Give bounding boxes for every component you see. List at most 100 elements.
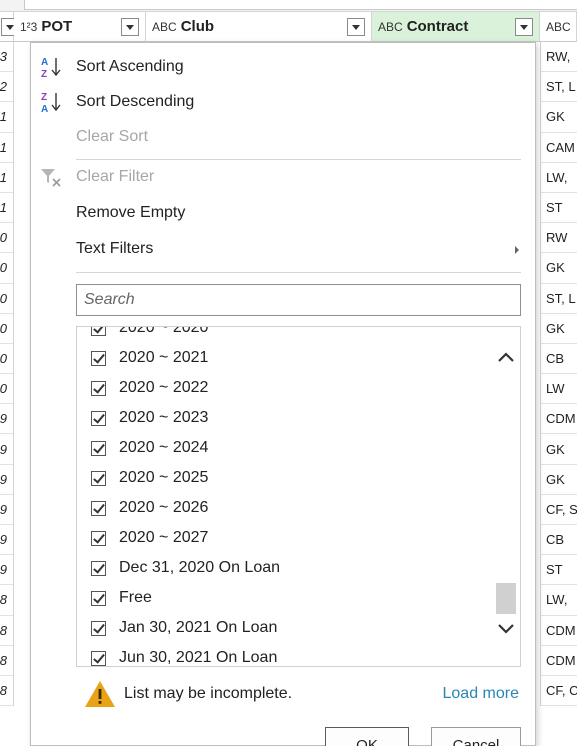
table-cell[interactable]: 9	[0, 555, 13, 586]
table-cell[interactable]: LW,	[541, 163, 577, 193]
table-cell[interactable]: CB	[541, 525, 577, 556]
table-cell[interactable]: ST	[541, 555, 577, 586]
filter-list-item[interactable]: 2020 ~ 2022	[91, 373, 208, 403]
checkbox[interactable]	[91, 500, 106, 516]
ok-button[interactable]: OK	[325, 727, 409, 746]
text-type-icon[interactable]: ABC	[378, 20, 403, 34]
scroll-up-icon[interactable]	[495, 347, 517, 369]
table-cell[interactable]: 1	[0, 133, 13, 163]
table-cell[interactable]: CB	[541, 344, 577, 375]
table-cell[interactable]: CDM	[541, 646, 577, 676]
table-cell[interactable]: RW,	[541, 42, 577, 73]
scrollbar-thumb[interactable]	[496, 583, 516, 614]
table-cell[interactable]: ST	[541, 193, 577, 224]
table-cell[interactable]: GK	[541, 102, 577, 133]
checkbox[interactable]	[91, 590, 106, 606]
table-cell[interactable]: 0	[0, 314, 13, 344]
column-header-club[interactable]: ABC Club	[146, 12, 372, 42]
filter-dropdown-club[interactable]	[347, 18, 365, 36]
clear-sort-item[interactable]: Clear Sort	[31, 120, 535, 154]
filter-list-item[interactable]: 2020 ~ 2023	[91, 403, 208, 433]
filter-list-item[interactable]: 2020 ~ 2027	[91, 523, 208, 553]
column-header-contract[interactable]: ABC Contract	[372, 12, 540, 42]
filter-list-item[interactable]: Jun 30, 2021 On Loan	[91, 643, 277, 666]
filter-value-list[interactable]: Jun 30, 2021 On Loan Jan 30, 2021 On Loan…	[76, 326, 521, 667]
checkbox[interactable]	[91, 650, 106, 666]
table-cell[interactable]: CF, C	[541, 676, 577, 707]
filter-list-item[interactable]: Jan 30, 2021 On Loan	[91, 613, 277, 643]
column-header-left-partial[interactable]	[0, 12, 19, 42]
table-cell[interactable]: ST, L	[541, 72, 577, 103]
table-cell[interactable]: 1	[0, 163, 13, 193]
table-cell[interactable]: 0	[0, 344, 13, 375]
checkbox[interactable]	[91, 530, 106, 546]
clear-filter-item[interactable]: Clear Filter	[31, 160, 535, 194]
table-cell[interactable]: GK	[541, 465, 577, 495]
checkbox[interactable]	[91, 620, 106, 636]
table-cell[interactable]: GK	[541, 314, 577, 344]
scroll-down-icon[interactable]	[495, 617, 517, 639]
table-cell[interactable]: 8	[0, 616, 13, 646]
table-cell[interactable]: GK	[541, 434, 577, 465]
table-cell[interactable]: 0	[0, 374, 13, 405]
checkbox[interactable]	[91, 470, 106, 486]
checkbox[interactable]	[91, 350, 106, 366]
table-cell[interactable]: 0	[0, 284, 13, 314]
filter-list-item[interactable]: 2020 ~ 2024	[91, 433, 208, 463]
table-cell[interactable]: 2	[0, 72, 13, 103]
table-cell[interactable]: 9	[0, 404, 13, 435]
table-cell[interactable]: 9	[0, 495, 13, 525]
table-cell[interactable]: 3	[0, 42, 13, 73]
remove-empty-item[interactable]: Remove Empty	[31, 196, 535, 230]
filter-dropdown-contract[interactable]	[515, 18, 533, 36]
table-cell[interactable]: CDM	[541, 616, 577, 646]
table-cell[interactable]: LW,	[541, 585, 577, 616]
filter-list-item[interactable]: 2020 ~ 2020	[91, 327, 208, 343]
filter-list-item[interactable]: 2020 ~ 2026	[91, 493, 208, 523]
checkbox[interactable]	[91, 410, 106, 426]
table-cell[interactable]: 8	[0, 676, 13, 707]
filter-list-item[interactable]: Free	[91, 583, 152, 613]
table-cell[interactable]: LW	[541, 374, 577, 405]
table-cell[interactable]: 0	[0, 223, 13, 254]
filter-dropdown-pot[interactable]	[121, 18, 139, 36]
table-cell[interactable]: 0	[0, 253, 13, 284]
column-header-next[interactable]: ABC	[540, 12, 577, 42]
table-cell[interactable]: ST, L	[541, 284, 577, 314]
sort-ascending-item[interactable]: A Z Sort Ascending	[31, 50, 535, 84]
column-name-contract: Contract	[406, 18, 469, 35]
text-type-icon[interactable]: ABC	[546, 20, 571, 34]
table-cell[interactable]: 8	[0, 585, 13, 616]
table-cell[interactable]: 9	[0, 465, 13, 495]
text-filters-item[interactable]: Text Filters	[31, 232, 535, 266]
filter-item-label: 2020 ~ 2027	[119, 529, 209, 546]
table-cell[interactable]: RW	[541, 223, 577, 254]
checkbox[interactable]	[91, 440, 106, 456]
table-cell[interactable]: 9	[0, 434, 13, 465]
search-input[interactable]: Search	[76, 284, 521, 316]
checkbox[interactable]	[91, 327, 106, 336]
number-type-icon[interactable]: 1²3	[20, 20, 37, 34]
checkbox[interactable]	[91, 560, 106, 576]
table-cell[interactable]: CDM	[541, 404, 577, 435]
table-cell[interactable]: 9	[0, 525, 13, 556]
filter-list-item[interactable]: 2020 ~ 2021	[91, 343, 208, 373]
load-more-link[interactable]: Load more	[443, 685, 520, 703]
checkbox[interactable]	[91, 380, 106, 396]
table-cell[interactable]: GK	[541, 253, 577, 284]
table-cell[interactable]: 8	[0, 646, 13, 676]
table-cell[interactable]: 1	[0, 102, 13, 133]
filter-item-label: 2020 ~ 2023	[119, 409, 209, 426]
filter-list-item[interactable]: Dec 31, 2020 On Loan	[91, 553, 280, 583]
left-column-values: 3211110000009999998888	[0, 42, 14, 707]
column-header-pot[interactable]: 1²3 POT	[14, 12, 146, 42]
sort-descending-item[interactable]: Z A Sort Descending	[31, 85, 535, 119]
text-type-icon[interactable]: ABC	[152, 20, 177, 34]
cancel-button[interactable]: Cancel	[431, 727, 521, 746]
table-cell[interactable]: CF, S	[541, 495, 577, 525]
table-cell[interactable]: CAM	[541, 133, 577, 163]
filter-list-item[interactable]: 2020 ~ 2025	[91, 463, 208, 493]
chevron-right-icon	[515, 246, 519, 254]
formula-bar[interactable]	[24, 0, 577, 10]
table-cell[interactable]: 1	[0, 193, 13, 224]
